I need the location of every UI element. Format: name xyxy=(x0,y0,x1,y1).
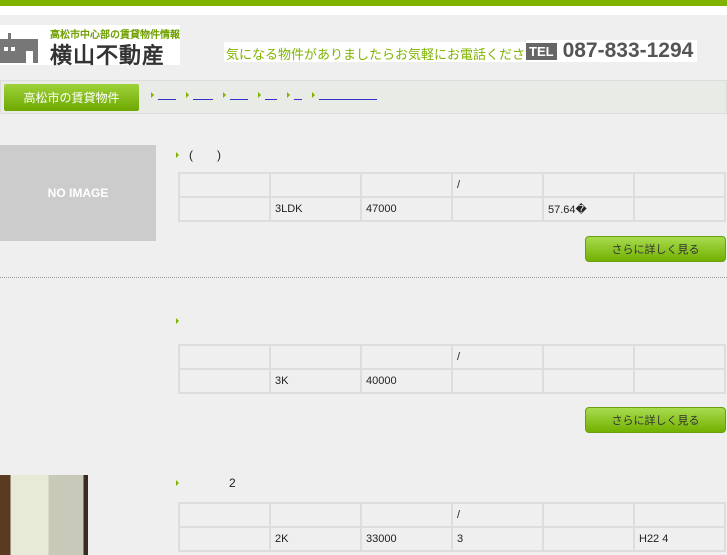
table-row: 3K 40000 xyxy=(178,368,726,394)
crumb-link[interactable] xyxy=(193,90,213,100)
table-cell: 3 xyxy=(451,526,544,552)
table-cell xyxy=(633,368,726,394)
more-details-button[interactable]: さらに詳しく見る xyxy=(585,407,726,433)
table-cell xyxy=(542,368,635,394)
table-cell xyxy=(269,172,362,198)
no-image-placeholder[interactable]: NO IMAGE xyxy=(0,145,156,241)
arrow-icon xyxy=(223,92,226,98)
table-cell: / xyxy=(451,172,544,198)
table-cell xyxy=(451,196,544,222)
table-cell xyxy=(360,344,453,370)
arrow-icon xyxy=(176,151,179,158)
table-cell xyxy=(360,172,453,198)
table-cell: / xyxy=(451,502,544,528)
divider xyxy=(0,277,727,278)
table-cell xyxy=(178,344,271,370)
table-row: 2K 33000 3 H22 4 xyxy=(178,526,726,552)
crumb-link[interactable] xyxy=(230,90,248,100)
table-cell: / xyxy=(451,344,544,370)
table-cell xyxy=(178,172,271,198)
table-cell xyxy=(542,526,635,552)
listing-title-text: 2 xyxy=(229,476,236,490)
arrow-icon xyxy=(312,92,315,98)
table-cell: 47000 xyxy=(360,196,453,222)
table-cell xyxy=(451,368,544,394)
table-cell: 3LDK xyxy=(269,196,362,222)
table-cell: 40000 xyxy=(360,368,453,394)
phone-number: 087-833-1294 xyxy=(562,39,694,62)
crumb-link[interactable] xyxy=(319,90,377,100)
listing-title[interactable]: ( ) xyxy=(176,146,221,163)
table-cell xyxy=(178,196,271,222)
table-cell xyxy=(178,502,271,528)
listing-table: / 3K 40000 xyxy=(178,344,726,394)
table-cell xyxy=(542,502,635,528)
arrow-icon xyxy=(176,480,179,486)
table-cell xyxy=(269,502,362,528)
arrow-icon xyxy=(186,92,189,98)
table-cell: H22 4 xyxy=(633,526,726,552)
phone-contact: TEL 087-833-1294 xyxy=(526,39,698,62)
house-icon xyxy=(0,33,38,63)
crumb-link[interactable] xyxy=(265,90,277,100)
table-cell xyxy=(633,196,726,222)
table-cell xyxy=(269,344,362,370)
table-cell: 2K xyxy=(269,526,362,552)
crumb-link[interactable] xyxy=(158,90,176,100)
crumb-link[interactable] xyxy=(294,90,302,100)
site-logo[interactable]: 高松市中心部の賃貸物件情報 横山不動産 xyxy=(0,25,180,68)
listing-table: / 3LDK 47000 57.64� xyxy=(178,172,726,222)
table-cell xyxy=(360,502,453,528)
property-photo[interactable] xyxy=(0,475,88,555)
breadcrumb xyxy=(151,90,377,100)
arrow-icon xyxy=(258,92,261,98)
arrow-icon xyxy=(287,92,290,98)
table-row: / xyxy=(178,172,726,198)
arrow-icon xyxy=(151,92,154,98)
arrow-icon xyxy=(176,318,179,324)
table-cell: 3K xyxy=(269,368,362,394)
listing-title[interactable] xyxy=(176,318,189,324)
table-row: / xyxy=(178,344,726,370)
table-cell xyxy=(633,172,726,198)
listing-title[interactable]: 2 xyxy=(176,476,236,490)
company-name: 横山不動産 xyxy=(50,43,166,68)
table-cell xyxy=(178,368,271,394)
nav-bar: 高松市の賃貸物件 xyxy=(0,80,727,114)
table-row: / xyxy=(178,502,726,528)
table-cell xyxy=(542,344,635,370)
more-details-button[interactable]: さらに詳しく見る xyxy=(585,236,726,262)
table-row: 3LDK 47000 57.64� xyxy=(178,196,726,222)
table-cell xyxy=(178,526,271,552)
table-cell: 33000 xyxy=(360,526,453,552)
top-spacer xyxy=(0,6,727,15)
table-cell xyxy=(542,172,635,198)
table-cell: 57.64� xyxy=(542,196,635,222)
listing-title-text: ( ) xyxy=(189,148,221,162)
tel-badge: TEL xyxy=(526,42,557,60)
table-cell xyxy=(633,344,726,370)
table-cell xyxy=(633,502,726,528)
rentals-button[interactable]: 高松市の賃貸物件 xyxy=(4,84,139,111)
tagline: 気になる物件がありましたらお気軽にお電話ください。 xyxy=(224,42,554,62)
